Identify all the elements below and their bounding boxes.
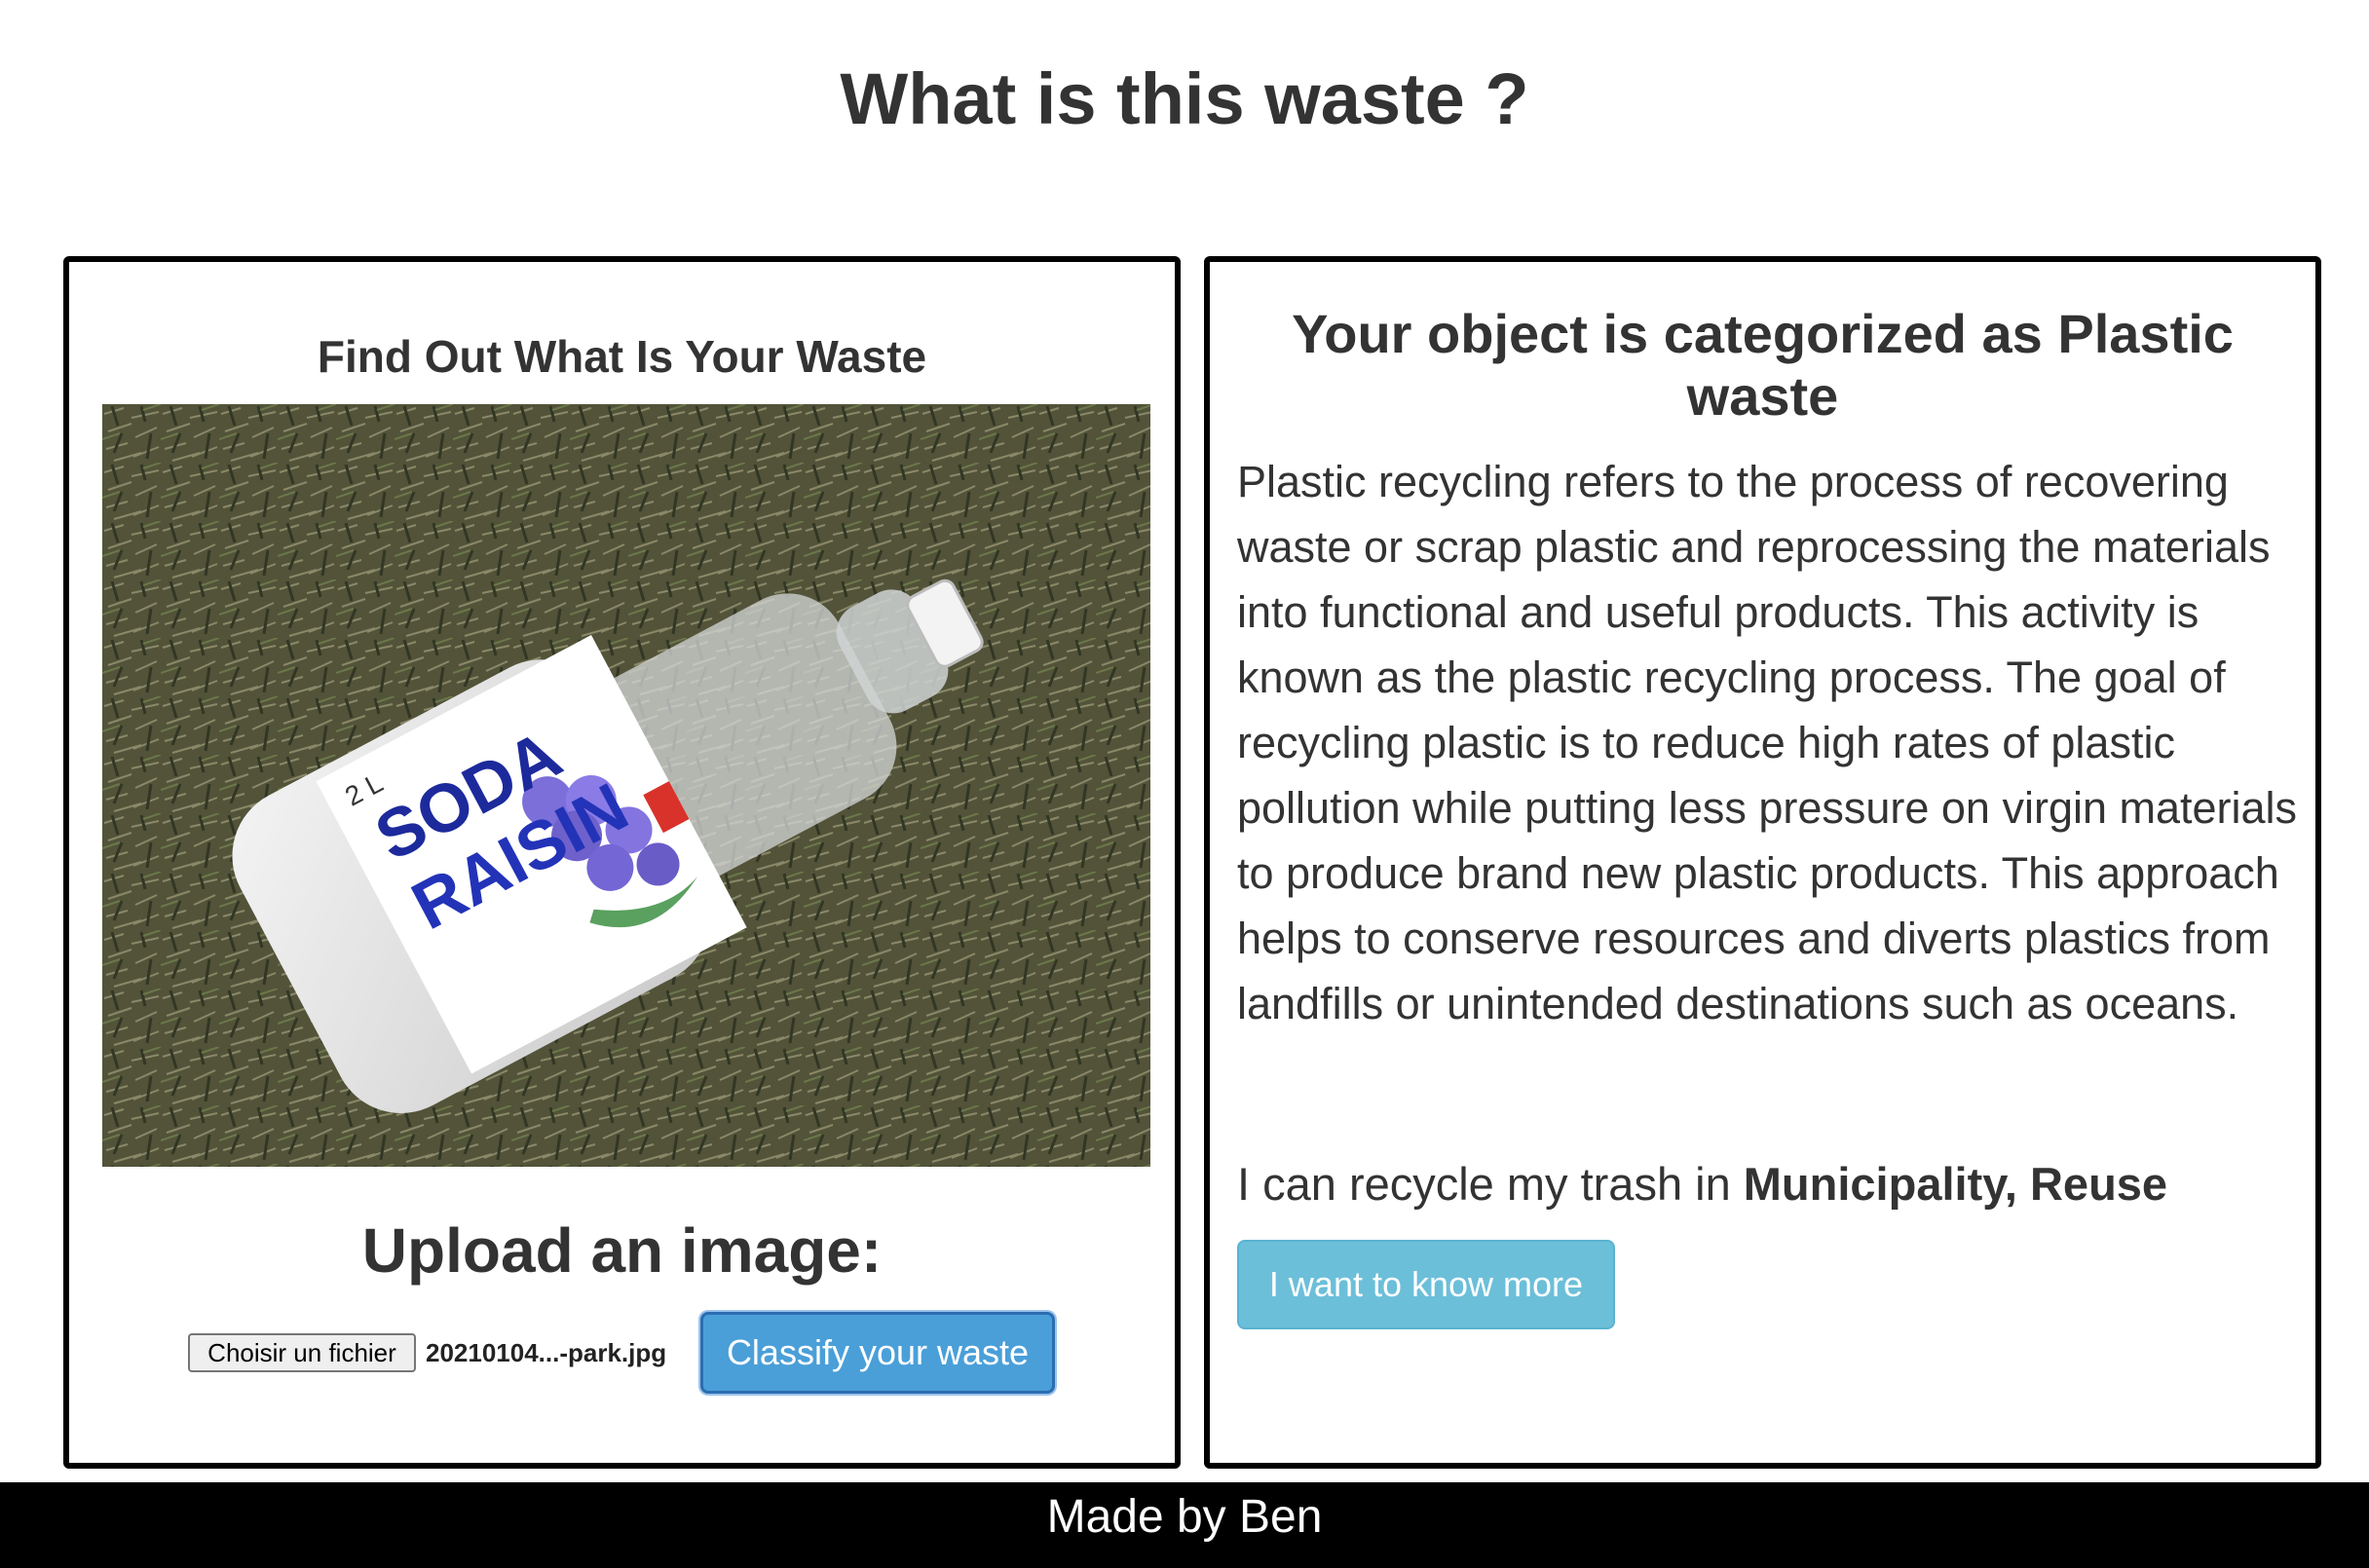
page-title: What is this waste ? bbox=[840, 58, 1529, 139]
recycle-prefix: I can recycle my trash in bbox=[1237, 1158, 1731, 1210]
selected-file-name: 20210104...-park.jpg bbox=[426, 1338, 667, 1367]
footer: Made by Ben bbox=[0, 1482, 2369, 1568]
know-more-button[interactable]: I want to know more bbox=[1237, 1240, 1615, 1329]
result-panel: Your object is categorized as Plastic wa… bbox=[1204, 256, 2321, 1469]
upload-label: Upload an image: bbox=[361, 1215, 883, 1286]
uploaded-waste-image: SODA RAISIN 2 L bbox=[102, 404, 1150, 1167]
upload-panel-heading: Find Out What Is Your Waste bbox=[317, 331, 927, 382]
result-heading-prefix: Your object is categorized as bbox=[1292, 303, 2043, 364]
upload-panel: Find Out What Is Your Waste SODA RAISIN … bbox=[63, 256, 1181, 1469]
choose-file-button[interactable]: Choisir un fichier bbox=[188, 1333, 416, 1372]
result-heading: Your object is categorized as Plastic wa… bbox=[1229, 303, 2296, 428]
recycle-places: Municipality, Reuse bbox=[1743, 1158, 2168, 1210]
classify-waste-button[interactable]: Classify your waste bbox=[700, 1312, 1055, 1394]
waste-description: Plastic recycling refers to the process … bbox=[1237, 457, 2298, 1028]
recycle-info: I can recycle my trash in Municipality, … bbox=[1237, 1155, 2167, 1213]
